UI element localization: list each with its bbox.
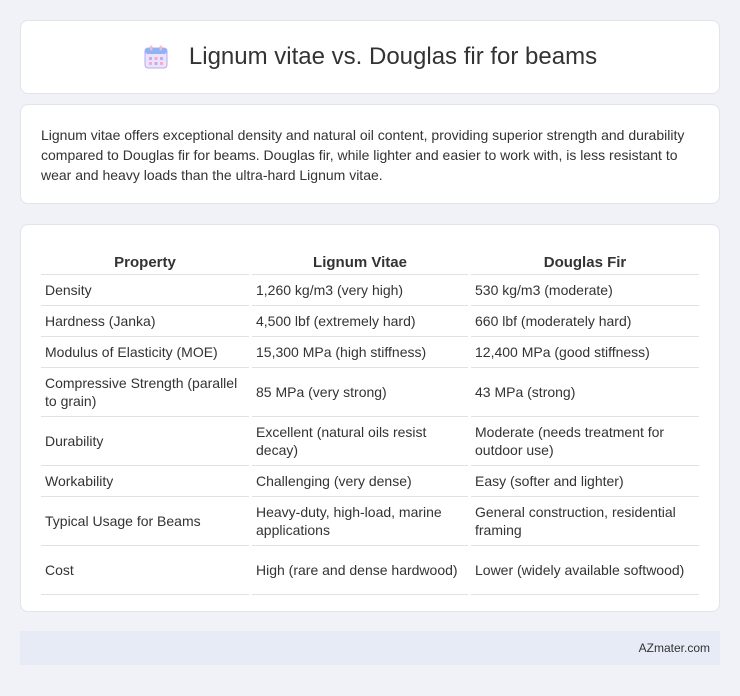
row-fir-value: Moderate (needs treatment for outdoor us… — [471, 417, 699, 466]
row-lignum-value: 15,300 MPa (high stiffness) — [252, 337, 468, 368]
row-property: Cost — [41, 546, 249, 595]
row-property: Workability — [41, 466, 249, 497]
row-lignum-value: Excellent (natural oils resist decay) — [252, 417, 468, 466]
table-row: Compressive Strength (parallel to grain)… — [41, 368, 699, 417]
row-lignum-value: Heavy-duty, high-load, marine applicatio… — [252, 497, 468, 546]
row-property: Durability — [41, 417, 249, 466]
table-row: Workability Challenging (very dense) Eas… — [41, 466, 699, 497]
row-fir-value: Lower (widely available softwood) — [471, 546, 699, 595]
row-lignum-value: 85 MPa (very strong) — [252, 368, 468, 417]
header-property: Property — [41, 245, 249, 275]
comparison-table: Property Lignum Vitae Douglas Fir Densit… — [38, 245, 702, 595]
calendar-icon — [143, 44, 169, 70]
row-fir-value: General construction, residential framin… — [471, 497, 699, 546]
table-row: Durability Excellent (natural oils resis… — [41, 417, 699, 466]
page-title: Lignum vitae vs. Douglas fir for beams — [188, 43, 598, 70]
intro-card: Lignum vitae offers exceptional density … — [20, 104, 720, 204]
footer: AZmater.com — [20, 631, 720, 665]
table-row: Density 1,260 kg/m3 (very high) 530 kg/m… — [41, 275, 699, 306]
site-credit: AZmater.com — [638, 641, 710, 655]
row-lignum-value: Challenging (very dense) — [252, 466, 468, 497]
row-property: Hardness (Janka) — [41, 306, 249, 337]
row-fir-value: Easy (softer and lighter) — [471, 466, 699, 497]
comparison-card: Property Lignum Vitae Douglas Fir Densit… — [20, 224, 720, 612]
row-lignum-value: High (rare and dense hardwood) — [252, 546, 468, 595]
row-lignum-value: 1,260 kg/m3 (very high) — [252, 275, 468, 306]
row-fir-value: 43 MPa (strong) — [471, 368, 699, 417]
row-property: Modulus of Elasticity (MOE) — [41, 337, 249, 368]
row-fir-value: 530 kg/m3 (moderate) — [471, 275, 699, 306]
row-lignum-value: 4,500 lbf (extremely hard) — [252, 306, 468, 337]
header-lignum-vitae: Lignum Vitae — [252, 245, 468, 275]
title-card: Lignum vitae vs. Douglas fir for beams — [20, 20, 720, 94]
intro-paragraph: Lignum vitae offers exceptional density … — [41, 127, 685, 183]
table-row: Cost High (rare and dense hardwood) Lowe… — [41, 546, 699, 595]
row-fir-value: 12,400 MPa (good stiffness) — [471, 337, 699, 368]
row-fir-value: 660 lbf (moderately hard) — [471, 306, 699, 337]
table-row: Modulus of Elasticity (MOE) 15,300 MPa (… — [41, 337, 699, 368]
header-douglas-fir: Douglas Fir — [471, 245, 699, 275]
table-row: Typical Usage for Beams Heavy-duty, high… — [41, 497, 699, 546]
row-property: Compressive Strength (parallel to grain) — [41, 368, 249, 417]
row-property: Density — [41, 275, 249, 306]
table-header-row: Property Lignum Vitae Douglas Fir — [41, 245, 699, 275]
table-row: Hardness (Janka) 4,500 lbf (extremely ha… — [41, 306, 699, 337]
row-property: Typical Usage for Beams — [41, 497, 249, 546]
